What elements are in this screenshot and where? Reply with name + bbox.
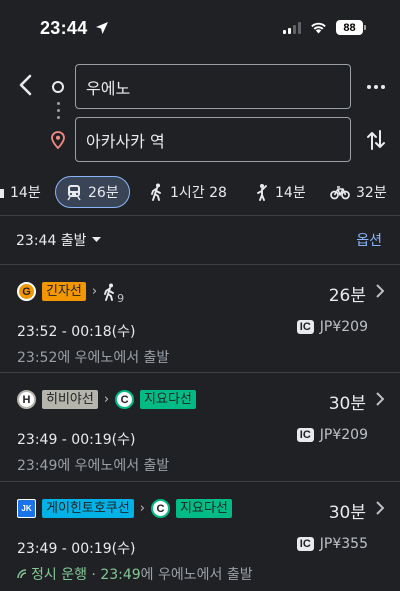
- tab-drive[interactable]: 14분: [0, 176, 41, 208]
- tab-drive-label: 14분: [10, 185, 41, 201]
- origin-circle-icon: [52, 81, 64, 93]
- line-badge: C: [115, 390, 135, 409]
- route-lines: G 긴자선 › 9: [17, 282, 124, 305]
- dropdown-caret-icon: [91, 237, 101, 242]
- fare-value: JP¥209: [319, 427, 368, 443]
- route-departure-detail: 23:52에 우에노에서 출발: [17, 350, 170, 366]
- tab-transit[interactable]: 26분: [55, 176, 130, 208]
- route-fare: IC JP¥209: [296, 319, 368, 335]
- swap-direction-button[interactable]: [362, 126, 390, 154]
- tab-walk[interactable]: 1시간 28: [150, 176, 227, 208]
- ic-card-icon: IC: [296, 320, 314, 334]
- ic-card-icon: IC: [296, 428, 314, 442]
- destination-field[interactable]: 아카사카 역: [75, 117, 351, 162]
- depart-time-selector[interactable]: 23:44 출발: [16, 230, 101, 250]
- wifi-icon: [311, 22, 326, 34]
- divider: [0, 264, 400, 265]
- line-label: 히비야선: [42, 390, 98, 409]
- live-status-icon: [17, 569, 27, 579]
- origin-field[interactable]: 우에노: [75, 64, 351, 109]
- travel-mode-tabs: 14분 26분 1시간 28 14분 32분: [0, 176, 400, 210]
- location-arrow-icon: [95, 22, 108, 34]
- route-connector-dots: [57, 102, 60, 119]
- line-label: 지요다선: [175, 499, 232, 518]
- chevron-right-icon: ›: [139, 501, 145, 516]
- line-badge: H: [17, 390, 36, 409]
- route-times: 23:49 - 00:19(수): [17, 432, 136, 448]
- fare-value: JP¥209: [319, 319, 368, 335]
- line-label: 게이힌토호쿠선: [42, 499, 134, 518]
- more-options-button[interactable]: [362, 76, 390, 98]
- chevron-right-icon: [376, 392, 384, 406]
- back-arrow-icon: [19, 74, 32, 96]
- status-indicators: 88: [283, 20, 366, 35]
- route-duration: 30분: [328, 394, 366, 414]
- route-times: 23:52 - 00:18(수): [17, 324, 136, 340]
- train-icon: [67, 184, 81, 200]
- route-fare: IC JP¥209: [296, 427, 368, 443]
- departure-text: 에 우에노에서 출발: [140, 567, 253, 583]
- route-lines: JK 게이힌토호쿠선 › C 지요다선: [17, 499, 232, 518]
- ic-card-icon: IC: [296, 537, 314, 551]
- tab-walk-label: 1시간 28: [170, 185, 227, 201]
- car-icon: [0, 189, 4, 198]
- origin-value: 우에노: [86, 78, 131, 98]
- swap-arrows-icon: [367, 130, 385, 150]
- route-lines: H 히비야선 › C 지요다선: [17, 390, 196, 409]
- route-times: 23:49 - 00:19(수): [17, 541, 136, 557]
- route-fare: IC JP¥355: [296, 536, 368, 552]
- tab-ride-hail[interactable]: 14분: [255, 176, 306, 208]
- tab-transit-label: 26분: [88, 185, 119, 201]
- walk-minutes: 9: [117, 291, 125, 305]
- divider: [0, 481, 400, 482]
- route-duration: 26분: [328, 286, 366, 306]
- back-button[interactable]: [10, 68, 40, 102]
- options-button[interactable]: 옵션: [356, 230, 382, 250]
- bicycle-icon: [330, 186, 350, 200]
- chevron-right-icon: ›: [103, 392, 110, 407]
- cellular-signal-icon: [283, 21, 301, 34]
- live-status-text: 정시 운행 · 23:49: [31, 567, 141, 583]
- walking-icon: [104, 283, 115, 301]
- clock-text: 23:44: [40, 18, 88, 38]
- tab-bike-label: 32분: [356, 185, 387, 201]
- tab-bike[interactable]: 32분: [330, 176, 387, 208]
- line-badge: G: [17, 282, 36, 301]
- line-label: 지요다선: [140, 390, 196, 409]
- battery-indicator: 88: [336, 20, 366, 35]
- route-departure-detail: 23:49에 우에노에서 출발: [17, 458, 170, 474]
- walking-icon: [151, 183, 161, 201]
- route-departure-detail: 정시 운행 · 23:49 에 우에노에서 출발: [17, 564, 253, 584]
- divider: [0, 215, 400, 216]
- line-badge: JK: [17, 499, 36, 518]
- route-duration: 30분: [328, 503, 366, 523]
- battery-level: 88: [336, 20, 363, 35]
- chevron-right-icon: ›: [91, 284, 98, 299]
- tab-ride-hail-label: 14분: [275, 185, 306, 201]
- ride-hail-icon: [257, 184, 267, 201]
- line-label: 긴자선: [42, 282, 86, 301]
- battery-nub: [364, 25, 366, 30]
- line-badge: C: [150, 499, 170, 518]
- chevron-right-icon: [376, 501, 384, 515]
- chevron-right-icon: [376, 284, 384, 298]
- fare-value: JP¥355: [319, 536, 368, 552]
- destination-value: 아카사카 역: [86, 131, 165, 151]
- walk-segment: 9: [103, 283, 124, 305]
- destination-pin-icon: [51, 131, 65, 153]
- divider: [0, 372, 400, 373]
- status-time: 23:44: [40, 18, 109, 39]
- depart-time-label: 23:44 출발: [16, 233, 87, 249]
